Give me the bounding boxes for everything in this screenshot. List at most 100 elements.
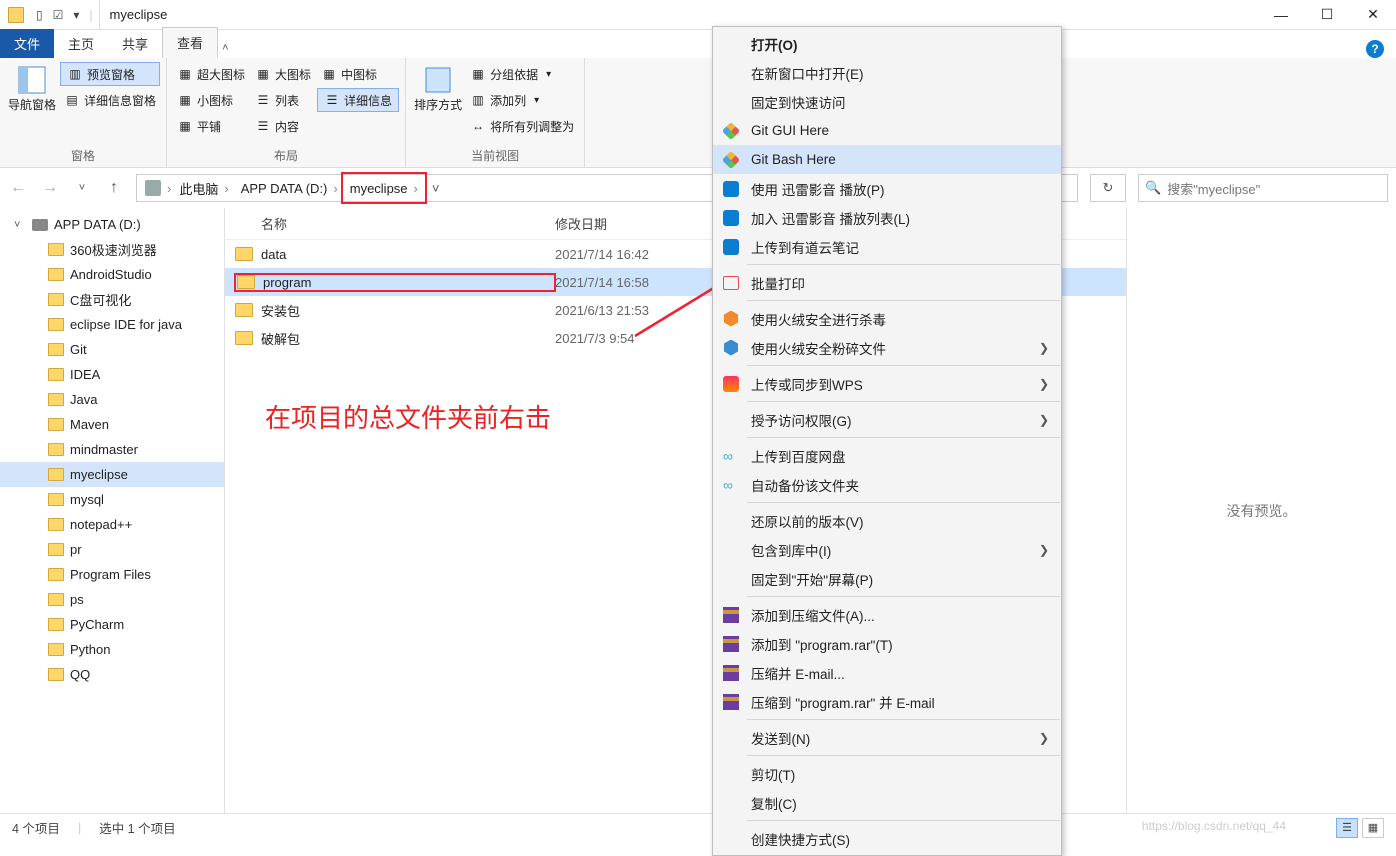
context-menu-item[interactable]: 使用 迅雷影音 播放(P) (713, 174, 1061, 203)
context-menu-item[interactable]: 压缩并 E-mail... (713, 658, 1061, 687)
context-menu-item[interactable]: 添加到压缩文件(A)... (713, 600, 1061, 629)
context-menu-item[interactable]: 使用火绒安全粉碎文件❯ (713, 333, 1061, 362)
tab-view[interactable]: 查看 (162, 27, 218, 58)
context-menu-item[interactable]: 授予访问权限(G)❯ (713, 405, 1061, 434)
context-menu-item[interactable]: Git Bash Here (713, 145, 1061, 174)
menu-separator (747, 596, 1060, 597)
menu-separator (747, 719, 1060, 720)
context-menu-item[interactable]: 打开(O) (713, 29, 1061, 58)
submenu-arrow-icon: ❯ (1039, 341, 1049, 355)
context-menu: 打开(O)在新窗口中打开(E)固定到快速访问Git GUI HereGit Ba… (712, 26, 1062, 856)
huorong-icon (721, 309, 741, 329)
context-menu-item[interactable]: 固定到快速访问 (713, 87, 1061, 116)
column-date[interactable]: 修改日期 (555, 214, 715, 233)
column-name[interactable]: 名称 (235, 214, 555, 233)
context-menu-item[interactable]: 剪切(T) (713, 759, 1061, 788)
up-button[interactable]: ↑ (104, 179, 124, 197)
tree-item[interactable]: Python (0, 637, 224, 662)
sort-by-button[interactable]: 排序方式 (412, 62, 464, 144)
quick-access-toolbar: ▯ ☑ ▾ | (30, 0, 100, 29)
tiles-icon: ▦ (177, 118, 193, 134)
minimize-button[interactable]: — (1258, 0, 1304, 30)
tree-item[interactable]: eclipse IDE for java (0, 312, 224, 337)
recent-button[interactable]: ˅ (72, 182, 92, 194)
tree-item[interactable]: notepad++ (0, 512, 224, 537)
tree-item[interactable]: AndroidStudio (0, 262, 224, 287)
content-button[interactable]: ☰内容 (251, 114, 315, 138)
git-icon (721, 121, 741, 141)
tab-share[interactable]: 共享 (108, 29, 162, 58)
tree-item[interactable]: mindmaster (0, 437, 224, 462)
context-menu-item[interactable]: 添加到 "program.rar"(T) (713, 629, 1061, 658)
nav-row: ← → ˅ ↑ › 此电脑 APP DATA (D:) myeclipse ˅ … (0, 168, 1396, 208)
collapse-ribbon-icon[interactable]: ˄ (218, 38, 232, 58)
qat-dropdown[interactable]: ▾ (71, 8, 81, 22)
ribbon-group-label: 布局 (173, 144, 399, 167)
context-menu-item[interactable]: 批量打印 (713, 268, 1061, 297)
view-details-button[interactable]: ☰ (1336, 818, 1358, 838)
tree-item[interactable]: Maven (0, 412, 224, 437)
qat-item[interactable]: ☑ (51, 8, 66, 22)
xl-icons-button[interactable]: ▦超大图标 (173, 62, 249, 86)
tree-item[interactable]: ps (0, 587, 224, 612)
context-menu-item[interactable]: 压缩到 "program.rar" 并 E-mail (713, 687, 1061, 716)
context-menu-item[interactable]: 复制(C) (713, 788, 1061, 817)
view-icons-button[interactable]: ▦ (1362, 818, 1384, 838)
tree-item[interactable]: QQ (0, 662, 224, 687)
refresh-button[interactable]: ↻ (1090, 174, 1126, 202)
context-menu-item[interactable]: 发送到(N)❯ (713, 723, 1061, 752)
tree-item[interactable]: 360极速浏览器 (0, 237, 224, 262)
context-menu-item[interactable]: 创建快捷方式(S) (713, 824, 1061, 853)
context-menu-item[interactable]: 包含到库中(I)❯ (713, 535, 1061, 564)
tree-item[interactable]: IDEA (0, 362, 224, 387)
forward-button[interactable]: → (40, 179, 60, 197)
context-menu-item[interactable]: 使用火绒安全进行杀毒 (713, 304, 1061, 333)
group-by-button[interactable]: ▦分组依据▾ (466, 62, 578, 86)
l-icons-button[interactable]: ▦大图标 (251, 62, 315, 86)
context-menu-item[interactable]: 固定到"开始"屏幕(P) (713, 564, 1061, 593)
tree-drive[interactable]: APP DATA (D:) (0, 212, 224, 237)
breadcrumb[interactable]: 此电脑 (173, 175, 234, 201)
context-menu-item[interactable]: ∞自动备份该文件夹 (713, 470, 1061, 499)
tree-item[interactable]: Program Files (0, 562, 224, 587)
context-menu-item[interactable]: 加入 迅雷影音 播放列表(L) (713, 203, 1061, 232)
qat-item[interactable]: ▯ (34, 8, 45, 22)
address-dropdown[interactable]: ˅ (424, 181, 448, 196)
tree-item[interactable]: myeclipse (0, 462, 224, 487)
context-menu-item[interactable]: 在新窗口中打开(E) (713, 58, 1061, 87)
tree-item[interactable]: C盘可视化 (0, 287, 224, 312)
context-menu-item[interactable]: Git GUI Here (713, 116, 1061, 145)
close-button[interactable]: ✕ (1350, 0, 1396, 30)
back-button[interactable]: ← (8, 179, 28, 197)
context-menu-item[interactable]: 还原以前的版本(V) (713, 506, 1061, 535)
tree-item[interactable]: mysql (0, 487, 224, 512)
m-icons-button[interactable]: ▦中图标 (317, 62, 399, 86)
context-menu-item[interactable]: 上传到有道云笔记 (713, 232, 1061, 261)
breadcrumb[interactable]: myeclipse (344, 175, 424, 201)
tree-item[interactable]: Java (0, 387, 224, 412)
add-columns-button[interactable]: ▥添加列▾ (466, 88, 578, 112)
folder-icon (237, 275, 255, 289)
navigation-pane-button[interactable]: 导航窗格 (6, 62, 58, 144)
context-menu-item[interactable]: 上传或同步到WPS❯ (713, 369, 1061, 398)
details-button[interactable]: ☰详细信息 (317, 88, 399, 112)
context-menu-item[interactable]: ∞上传到百度网盘 (713, 441, 1061, 470)
search-input[interactable]: 🔍 搜索"myeclipse" (1138, 174, 1388, 202)
fit-columns-button[interactable]: ↔将所有列调整为 (466, 114, 578, 138)
tab-home[interactable]: 主页 (54, 29, 108, 58)
tree-item[interactable]: pr (0, 537, 224, 562)
preview-pane-button[interactable]: ▥预览窗格 (60, 62, 160, 86)
maximize-button[interactable]: ☐ (1304, 0, 1350, 30)
s-icons-button[interactable]: ▦小图标 (173, 88, 249, 112)
details-pane-button[interactable]: ▤详细信息窗格 (60, 88, 160, 112)
tab-file[interactable]: 文件 (0, 29, 54, 58)
help-icon[interactable]: ? (1366, 40, 1384, 58)
tree-item[interactable]: Git (0, 337, 224, 362)
tiles-button[interactable]: ▦平铺 (173, 114, 249, 138)
list-button[interactable]: ☰列表 (251, 88, 315, 112)
breadcrumb[interactable]: APP DATA (D:) (235, 175, 344, 201)
menu-separator (747, 437, 1060, 438)
preview-pane: 没有预览。 (1126, 208, 1396, 813)
folder-icon (48, 443, 64, 456)
tree-item[interactable]: PyCharm (0, 612, 224, 637)
